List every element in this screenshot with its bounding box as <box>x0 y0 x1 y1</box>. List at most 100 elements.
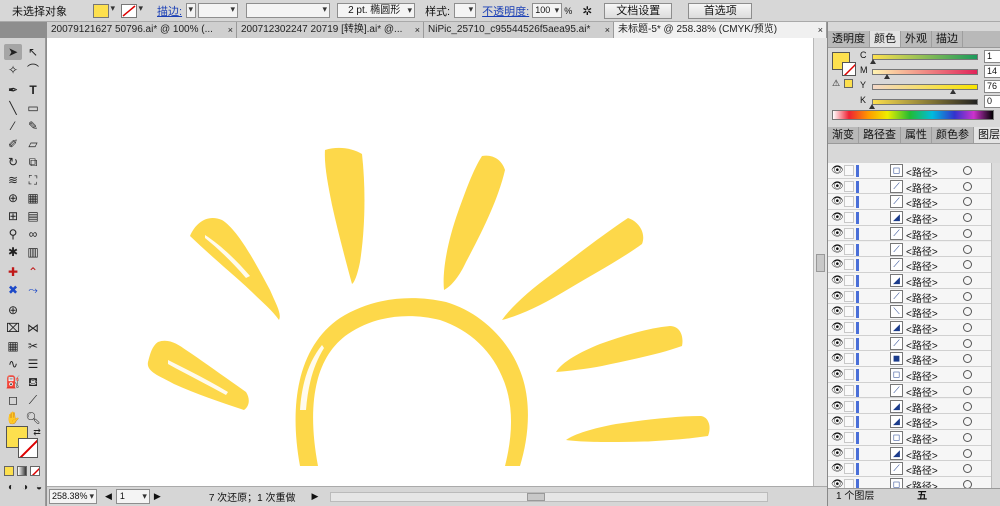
fill-color-swatch[interactable] <box>93 3 109 18</box>
graphic-style-picker[interactable] <box>454 3 477 18</box>
stroke-weight-stepper[interactable] <box>186 3 197 18</box>
yellow-slider[interactable] <box>872 84 978 90</box>
lock-toggle[interactable] <box>844 212 854 224</box>
magenta-value-input[interactable]: 14 <box>984 65 1000 78</box>
selection-tool-icon[interactable]: ➤ <box>4 44 22 60</box>
layer-row[interactable]: 👁︎ ◢ <路径> <box>828 320 991 336</box>
target-circle-icon[interactable] <box>963 323 972 332</box>
layer-row[interactable]: 👁︎ ⟋ <路径> <box>828 178 991 195</box>
rectangle-tool-icon[interactable]: ▭ <box>24 100 42 116</box>
list-tool-icon[interactable]: ☰ <box>24 356 42 372</box>
pencil-tool-icon[interactable]: ✎ <box>24 118 42 134</box>
document-setup-button[interactable]: 文档设置 <box>604 2 673 19</box>
lock-toggle[interactable] <box>844 259 854 271</box>
type-tool-icon[interactable]: T <box>24 82 42 98</box>
eye-icon[interactable]: 👁︎ <box>831 432 844 442</box>
lock-toggle[interactable] <box>844 227 854 239</box>
stroke-weight-input[interactable] <box>198 3 239 18</box>
brush-definition[interactable]: 2 pt. 椭圆形 <box>337 3 416 18</box>
stroke-dropdown-arrow[interactable] <box>137 3 145 18</box>
layer-row[interactable]: 👁︎ ◻ <路径> <box>828 367 991 383</box>
delete-anchor-point-icon[interactable]: ✖ <box>4 282 22 298</box>
layer-row[interactable]: 👁︎ ◢ <路径> <box>828 414 991 430</box>
eye-icon[interactable]: 👁︎ <box>831 480 844 489</box>
preferences-button[interactable]: 首选项 <box>688 2 753 19</box>
eye-icon[interactable]: 👁︎ <box>831 228 844 238</box>
canvas-horizontal-scrollbar[interactable] <box>330 491 769 502</box>
target-circle-icon[interactable] <box>963 354 972 364</box>
lock-toggle[interactable] <box>844 243 854 255</box>
close-icon[interactable]: × <box>818 22 823 38</box>
draw-inside-icon[interactable]: ◒ <box>30 480 48 496</box>
convert-anchor-point-icon[interactable]: ⌃ <box>24 264 42 280</box>
lock-toggle[interactable] <box>844 337 854 349</box>
target-circle-icon[interactable] <box>963 244 972 254</box>
artboard-canvas[interactable] <box>47 38 813 486</box>
lock-toggle[interactable] <box>844 353 854 365</box>
close-icon[interactable]: × <box>415 22 420 38</box>
close-icon[interactable]: × <box>605 22 610 38</box>
target-circle-icon[interactable] <box>963 464 972 474</box>
stroke-none-swatch[interactable] <box>121 3 137 18</box>
layers-scrollbar[interactable] <box>991 163 1000 488</box>
fill-dropdown-arrow[interactable] <box>109 3 117 18</box>
target-circle-icon[interactable] <box>963 307 972 317</box>
cyan-value-input[interactable]: 1 <box>984 50 1000 63</box>
doc-tab-3[interactable]: NiPic_25710_c95544526f5aea95.ai* × <box>424 22 614 38</box>
scroll-thumb[interactable] <box>816 254 825 272</box>
tab-gradient[interactable]: 渐变 <box>828 127 859 143</box>
target-circle-icon[interactable] <box>963 166 972 175</box>
artboard-tool-icon[interactable]: ⌧ <box>4 320 22 336</box>
lock-toggle[interactable] <box>844 431 854 443</box>
lock-toggle[interactable] <box>844 416 854 428</box>
tab-layers[interactable]: 图层 <box>974 127 1000 143</box>
target-circle-icon[interactable] <box>963 291 972 301</box>
opacity-label[interactable]: 不透明度: <box>482 3 529 19</box>
eye-icon[interactable]: 👁︎ <box>831 464 844 474</box>
doc-tab-4-active[interactable]: 未标题-5* @ 258.38% (CMYK/预览) × <box>614 22 827 38</box>
lock-toggle[interactable] <box>844 369 854 381</box>
yellow-slider-handle[interactable] <box>949 89 956 94</box>
black-slider-handle[interactable] <box>869 104 875 109</box>
wave-tool-icon[interactable]: ∿ <box>4 356 22 372</box>
target-circle-icon[interactable] <box>963 432 972 442</box>
eye-icon[interactable]: 👁︎ <box>831 323 844 333</box>
eye-icon[interactable]: 👁︎ <box>831 213 844 223</box>
target-circle-icon[interactable] <box>963 228 972 238</box>
lock-toggle[interactable] <box>844 274 854 286</box>
direct-selection-tool-icon[interactable]: ↖ <box>24 44 42 60</box>
hand-tool-icon[interactable]: ✋ <box>4 410 22 426</box>
color-mode-button[interactable] <box>4 466 14 476</box>
perspective-grid-tool-icon[interactable]: ▦ <box>24 190 42 206</box>
crop-area-tool-icon[interactable]: ◻ <box>4 392 22 408</box>
layer-row[interactable]: 👁︎ ⟋ <路径> <box>828 225 991 242</box>
eyedropper-tool-icon[interactable]: ⚲ <box>4 226 22 242</box>
eye-icon[interactable]: 👁︎ <box>831 275 844 285</box>
blob-brush-tool-icon[interactable]: ✐ <box>4 136 22 152</box>
target-circle-icon[interactable] <box>963 197 972 207</box>
lock-toggle[interactable] <box>844 463 854 475</box>
gamut-swatch[interactable] <box>844 79 853 88</box>
stroke-label[interactable]: 描边: <box>157 3 182 19</box>
zoom-level-select[interactable]: 258.38% <box>49 489 97 504</box>
target-circle-icon[interactable] <box>963 275 972 285</box>
target-circle-icon[interactable] <box>963 213 972 223</box>
lock-toggle[interactable] <box>844 447 854 459</box>
layer-row[interactable]: 👁︎ ⟋ <路径> <box>828 257 991 273</box>
tab-appearance[interactable]: 外观 <box>901 31 932 47</box>
lock-toggle[interactable] <box>844 290 854 302</box>
scale-tool-icon[interactable]: ⧉ <box>24 154 42 170</box>
magenta-slider-handle[interactable] <box>883 74 890 79</box>
layer-row[interactable]: 👁︎ ◻ <路径> <box>828 477 991 488</box>
target-circle-icon[interactable] <box>963 370 972 380</box>
layer-row[interactable]: 👁︎ ⟋ <路径> <box>828 194 991 210</box>
layer-row[interactable]: 👁︎ ⟋ <路径> <box>828 382 991 399</box>
eye-icon[interactable]: 👁︎ <box>831 181 844 191</box>
tab-color[interactable]: 颜色 <box>870 31 901 47</box>
eye-icon[interactable]: 👁︎ <box>831 260 844 270</box>
layer-row[interactable]: 👁︎ ⟍ <路径> <box>828 304 991 320</box>
eye-icon[interactable]: 👁︎ <box>831 417 844 427</box>
shape-builder-tool-icon[interactable]: ⊕ <box>4 190 22 206</box>
doc-tab-1[interactable]: 20079121627 50796.ai* @ 100% (... × <box>47 22 237 38</box>
cyan-slider-handle[interactable] <box>870 59 877 64</box>
